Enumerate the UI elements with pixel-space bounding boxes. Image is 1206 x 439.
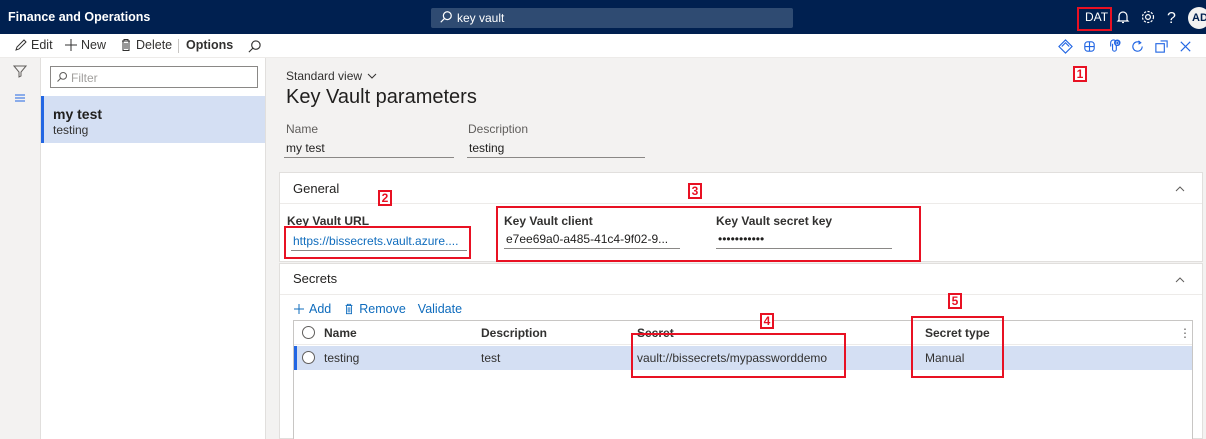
refresh-icon[interactable]	[1130, 39, 1145, 54]
name-label: Name	[286, 122, 319, 136]
name-field[interactable]: my test	[284, 138, 454, 158]
chevron-down-icon	[368, 73, 377, 79]
edit-button[interactable]: Edit	[14, 38, 53, 52]
list-item[interactable]: my test testing	[41, 96, 265, 143]
options-tab[interactable]: Options	[186, 38, 233, 52]
annotation-number-1: 1	[1073, 66, 1087, 82]
list-item-title: my test	[53, 106, 103, 122]
svg-text:0: 0	[1116, 41, 1119, 47]
view-label: Standard view	[286, 69, 363, 83]
power-apps-icon[interactable]	[1082, 39, 1097, 54]
description-label: Description	[468, 122, 529, 136]
app-title[interactable]: Finance and Operations	[8, 10, 150, 24]
list-pane: Filter my test testing	[41, 58, 266, 439]
chevron-up-icon[interactable]	[1174, 183, 1186, 195]
annotation-number-3: 3	[688, 183, 702, 199]
bell-icon[interactable]	[1115, 9, 1131, 25]
search-input-value: key vault	[457, 11, 505, 25]
filter-input[interactable]: Filter	[50, 66, 258, 88]
annotation-box-3	[496, 206, 921, 262]
search-icon	[440, 11, 452, 23]
trash-icon	[122, 39, 130, 51]
description-field[interactable]: testing	[467, 138, 645, 158]
gear-icon[interactable]	[1140, 9, 1156, 25]
left-rail	[0, 58, 41, 439]
search-icon[interactable]	[247, 39, 262, 54]
action-pane: Edit New Delete Options 0	[0, 34, 1206, 58]
attachment-icon[interactable]: 0	[1106, 39, 1121, 54]
new-button[interactable]: New	[64, 38, 106, 52]
filter-placeholder: Filter	[71, 71, 98, 85]
chevron-up-icon[interactable]	[1174, 274, 1186, 286]
trash-icon	[345, 303, 353, 315]
plus-icon	[65, 39, 77, 51]
annotation-number-5: 5	[948, 293, 962, 309]
secrets-header[interactable]: Secrets	[293, 271, 337, 286]
delete-button[interactable]: Delete	[119, 38, 172, 52]
open-new-window-icon[interactable]	[1154, 39, 1169, 54]
remove-label: Remove	[359, 302, 406, 316]
annotation-box-5	[911, 316, 1004, 378]
list-view-icon[interactable]	[13, 91, 27, 105]
delete-label: Delete	[136, 38, 173, 52]
top-navigation-bar: Finance and Operations key vault DAT ? A…	[0, 0, 1206, 34]
add-button[interactable]: Add	[293, 302, 331, 316]
annotation-number-4: 4	[760, 313, 774, 329]
column-header-description[interactable]: Description	[481, 326, 547, 340]
view-selector[interactable]: Standard view	[286, 69, 377, 83]
add-label: Add	[309, 302, 332, 316]
filter-funnel-icon[interactable]	[13, 64, 27, 78]
divider	[280, 203, 1202, 204]
annotation-box-2	[284, 226, 471, 259]
annotation-box-4	[631, 333, 846, 378]
annotation-box-1	[1077, 7, 1112, 31]
remove-button[interactable]: Remove	[343, 302, 406, 316]
validate-button[interactable]: Validate	[418, 302, 462, 316]
close-icon[interactable]	[1178, 39, 1193, 54]
secrets-toolbar: Add Remove Validate	[293, 302, 462, 316]
page-title: Key Vault parameters	[286, 86, 477, 108]
list-item-subtitle: testing	[53, 123, 89, 137]
more-options-icon[interactable]: ⋮	[1179, 326, 1191, 340]
new-label: New	[81, 38, 107, 52]
office-integration-icon[interactable]	[1058, 39, 1073, 54]
column-header-name[interactable]: Name	[324, 326, 357, 340]
row-select-radio[interactable]	[302, 351, 315, 364]
edit-label: Edit	[31, 38, 53, 52]
avatar[interactable]: AD	[1188, 7, 1206, 29]
svg-text:?: ?	[1167, 10, 1176, 25]
plus-icon	[294, 304, 304, 314]
divider	[280, 294, 1202, 295]
select-all-radio[interactable]	[302, 326, 315, 339]
search-icon	[57, 71, 68, 82]
cell-description[interactable]: test	[481, 351, 500, 365]
annotation-number-2: 2	[378, 190, 392, 206]
general-header[interactable]: General	[293, 181, 339, 196]
search-box[interactable]: key vault	[431, 8, 793, 28]
pencil-icon	[15, 39, 27, 51]
help-icon[interactable]: ?	[1164, 9, 1180, 25]
cell-name[interactable]: testing	[324, 351, 359, 365]
separator	[178, 39, 179, 53]
